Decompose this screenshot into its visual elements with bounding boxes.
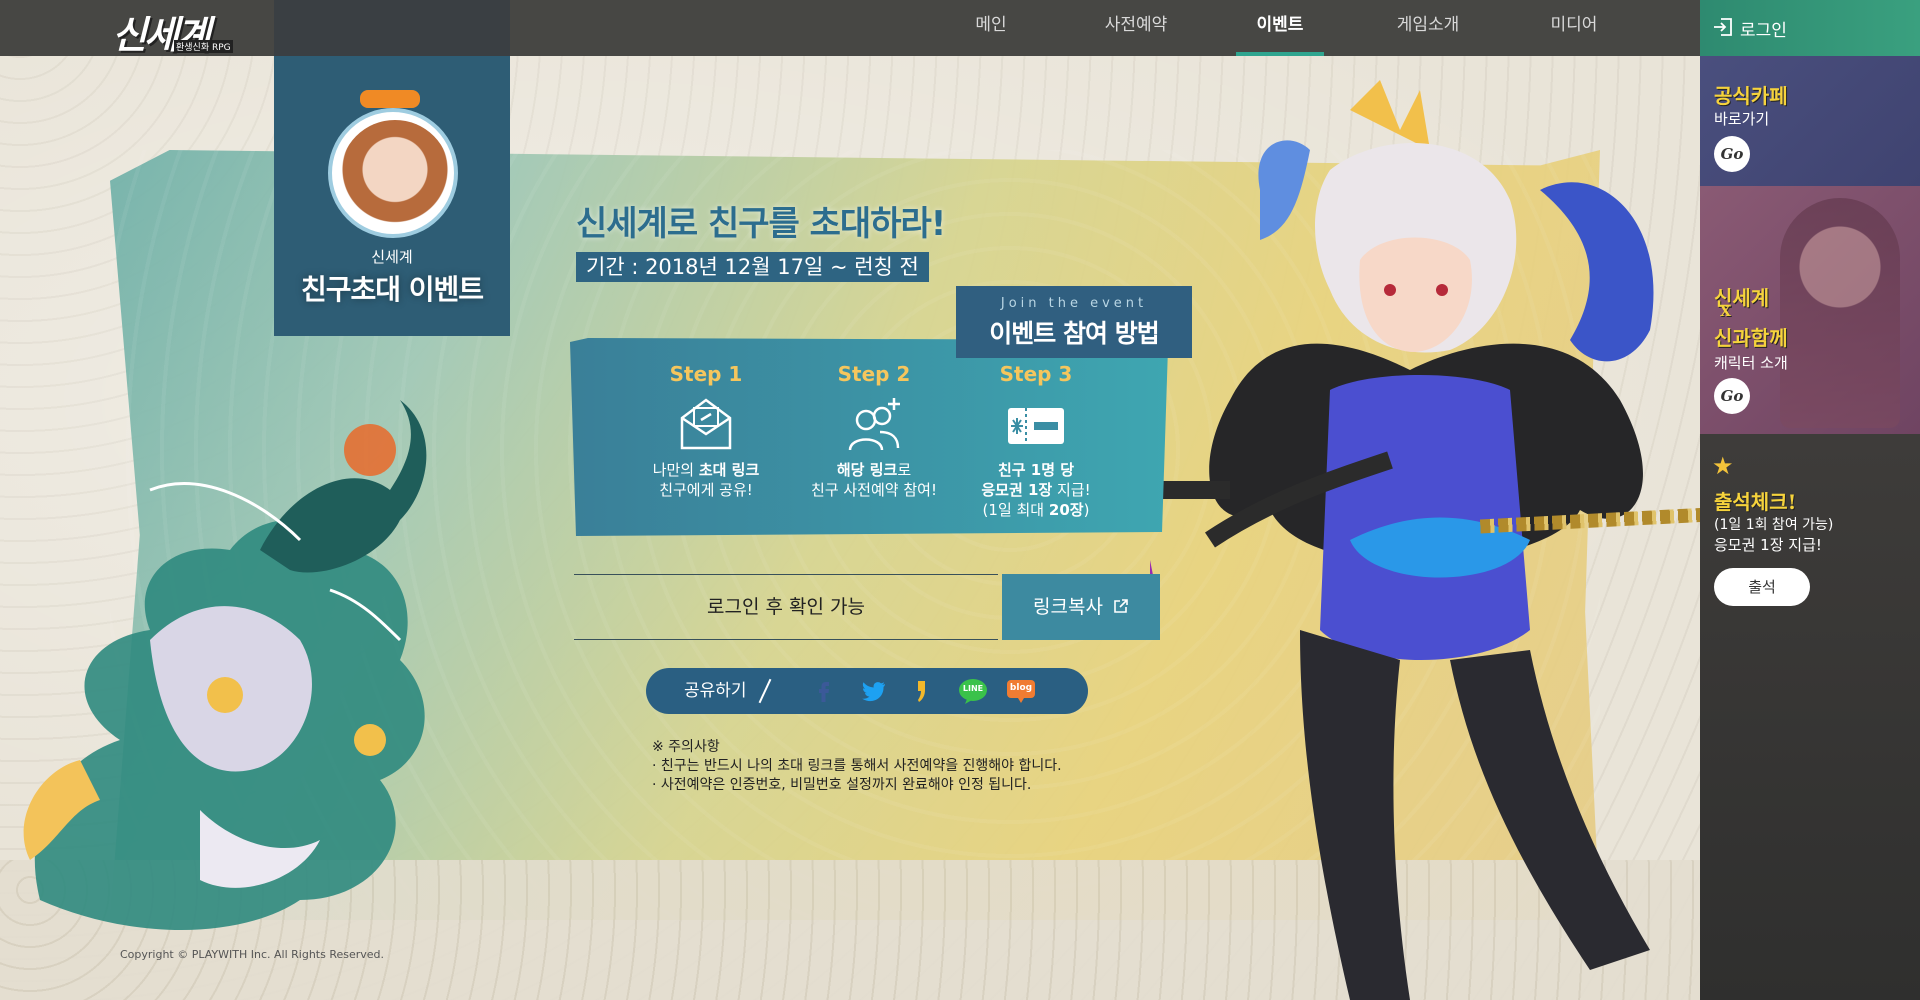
nav-item-game-intro[interactable]: 게임소개 xyxy=(1378,0,1478,56)
collab-go-button[interactable]: Go xyxy=(1714,378,1750,414)
nav-item-main[interactable]: 메인 xyxy=(946,0,1036,56)
copy-link-button[interactable]: 링크복사 xyxy=(1002,574,1160,640)
step-2: Step 2 해당 링크로 친구 사전예약 참여! xyxy=(784,362,964,500)
nav-item-preregister[interactable]: 사전예약 xyxy=(1086,0,1186,56)
twitter-icon[interactable] xyxy=(860,678,888,704)
step-text-bold: 초대 링크 xyxy=(698,461,760,479)
step-text: 로 xyxy=(897,461,912,479)
cafe-go-button[interactable]: Go xyxy=(1714,136,1750,172)
howto-title: 이벤트 참여 방법 xyxy=(989,319,1159,348)
top-navigation-bar: 신세계 환생신화 RPG 메인 사전예약 이벤트 게임소개 미디어 xyxy=(0,0,1700,57)
share-label: 공유하기 xyxy=(684,681,747,701)
external-link-icon xyxy=(1114,599,1128,613)
attendance-note: (1일 1회 참여 가능) xyxy=(1714,517,1834,533)
step-text: 친구 사전예약 참여! xyxy=(811,481,937,499)
blog-text: blog xyxy=(1009,683,1033,693)
step-text: 나만의 xyxy=(652,461,699,479)
step-text-bold: 응모권 1장 xyxy=(981,481,1053,499)
mascot-bow xyxy=(360,90,420,108)
event-headline: 신세계로 친구를 초대하라! xyxy=(576,204,946,244)
collab-title-2: 신과함께 xyxy=(1714,326,1788,350)
line-icon[interactable]: LINE xyxy=(958,678,988,704)
dragon-illustration xyxy=(23,400,427,930)
step-description: 해당 링크로 친구 사전예약 참여! xyxy=(784,460,964,500)
step-title: Step 2 xyxy=(837,362,911,386)
active-nav-indicator xyxy=(1236,52,1324,56)
notice-title: ※ 주의사항 xyxy=(652,739,720,755)
envelope-link-icon xyxy=(680,398,732,450)
ticket-icon xyxy=(1008,408,1064,444)
collab-character xyxy=(1780,198,1900,428)
mascot-avatar xyxy=(328,108,458,238)
cafe-subtitle: 바로가기 xyxy=(1714,110,1770,128)
step-title: Step 3 xyxy=(999,362,1073,386)
howto-english-label: Join the event xyxy=(1000,296,1148,311)
nav-item-media[interactable]: 미디어 xyxy=(1524,0,1624,56)
step-text: (1일 최대 xyxy=(982,501,1049,519)
blog-icon[interactable]: blog xyxy=(1006,678,1036,704)
divider xyxy=(758,678,772,704)
login-label: 로그인 xyxy=(1740,21,1787,41)
collab-subtitle: 캐릭터 소개 xyxy=(1714,354,1788,372)
attendance-reward: 응모권 1장 지급! xyxy=(1714,536,1822,554)
step-3: Step 3 친구 1명 당 응모권 1장 지급! (1일 최대 20장) xyxy=(946,362,1126,520)
logo-subtitle: 환생신화 RPG xyxy=(174,40,233,53)
page-background: 신세계 환생신화 RPG 메인 사전예약 이벤트 게임소개 미디어 신세계 친구… xyxy=(0,0,1920,1000)
step-text-bold: 해당 링크 xyxy=(836,461,898,479)
event-badge: 신세계 친구초대 이벤트 xyxy=(274,56,510,336)
line-text: LINE xyxy=(962,684,984,693)
step-text: 친구에게 공유! xyxy=(659,481,753,499)
collab-card[interactable]: 신세계 X 신과함께 캐릭터 소개 Go xyxy=(1700,186,1920,434)
invite-link-field[interactable]: 로그인 후 확인 가능 xyxy=(574,574,998,640)
notice-item: · 사전예약은 인증번호, 비밀번호 설정까지 완료해야 인정 됩니다. xyxy=(652,777,1032,793)
howto-tab: Join the event 이벤트 참여 방법 xyxy=(956,286,1192,358)
step-title: Step 1 xyxy=(669,362,743,386)
right-sidebar: 로그인 공식카페 바로가기 Go 신세계 X 신과함께 캐릭터 소개 Go ★ … xyxy=(1700,0,1920,1000)
copyright-text: Copyright © PLAYWITH Inc. All Rights Res… xyxy=(120,948,385,961)
login-icon xyxy=(1714,18,1732,36)
step-1: Step 1 나만의 초대 링크 친구에게 공유! xyxy=(616,362,796,500)
kakaostory-icon[interactable] xyxy=(908,678,936,704)
share-bar: 공유하기 LINE blog xyxy=(646,668,1088,714)
badge-title: 친구초대 이벤트 xyxy=(300,273,484,306)
facebook-icon[interactable] xyxy=(810,678,838,704)
step-text-bold: 20장 xyxy=(1048,501,1084,519)
attendance-button[interactable]: 출석 xyxy=(1714,568,1810,606)
site-logo[interactable]: 신세계 환생신화 RPG xyxy=(112,4,248,57)
notice-item: · 친구는 반드시 나의 초대 링크를 통해서 사전예약을 진행해야 합니다. xyxy=(652,758,1062,774)
login-button[interactable]: 로그인 xyxy=(1700,0,1920,56)
logo-backdrop xyxy=(274,0,510,56)
add-friends-icon xyxy=(848,398,900,451)
step-text: 지급! xyxy=(1052,481,1091,499)
copy-link-label: 링크복사 xyxy=(1033,596,1103,618)
attendance-card: ★ 출석체크! (1일 1회 참여 가능) 응모권 1장 지급! 출석 xyxy=(1700,434,1920,1000)
step-description: 나만의 초대 링크 친구에게 공유! xyxy=(616,460,796,500)
heroine-illustration xyxy=(1150,80,1654,1000)
event-period: 기간 : 2018년 12월 17일 ~ 런칭 전 xyxy=(576,252,929,282)
notice-section: ※ 주의사항 · 친구는 반드시 나의 초대 링크를 통해서 사전예약을 진행해… xyxy=(652,738,1062,795)
step-text: ) xyxy=(1083,501,1090,519)
mascot-face xyxy=(340,120,450,230)
nav-item-event[interactable]: 이벤트 xyxy=(1236,0,1324,56)
step-text-bold: 친구 1명 당 xyxy=(997,461,1075,479)
cafe-title: 공식카페 xyxy=(1714,84,1788,108)
collab-title-x: X xyxy=(1720,304,1731,320)
attendance-title: 출석체크! xyxy=(1714,490,1797,514)
step-description: 친구 1명 당 응모권 1장 지급! (1일 최대 20장) xyxy=(946,460,1126,520)
badge-subtitle: 신세계 xyxy=(371,248,413,266)
star-icon: ★ xyxy=(1712,452,1734,480)
official-cafe-card[interactable]: 공식카페 바로가기 Go xyxy=(1700,56,1920,186)
